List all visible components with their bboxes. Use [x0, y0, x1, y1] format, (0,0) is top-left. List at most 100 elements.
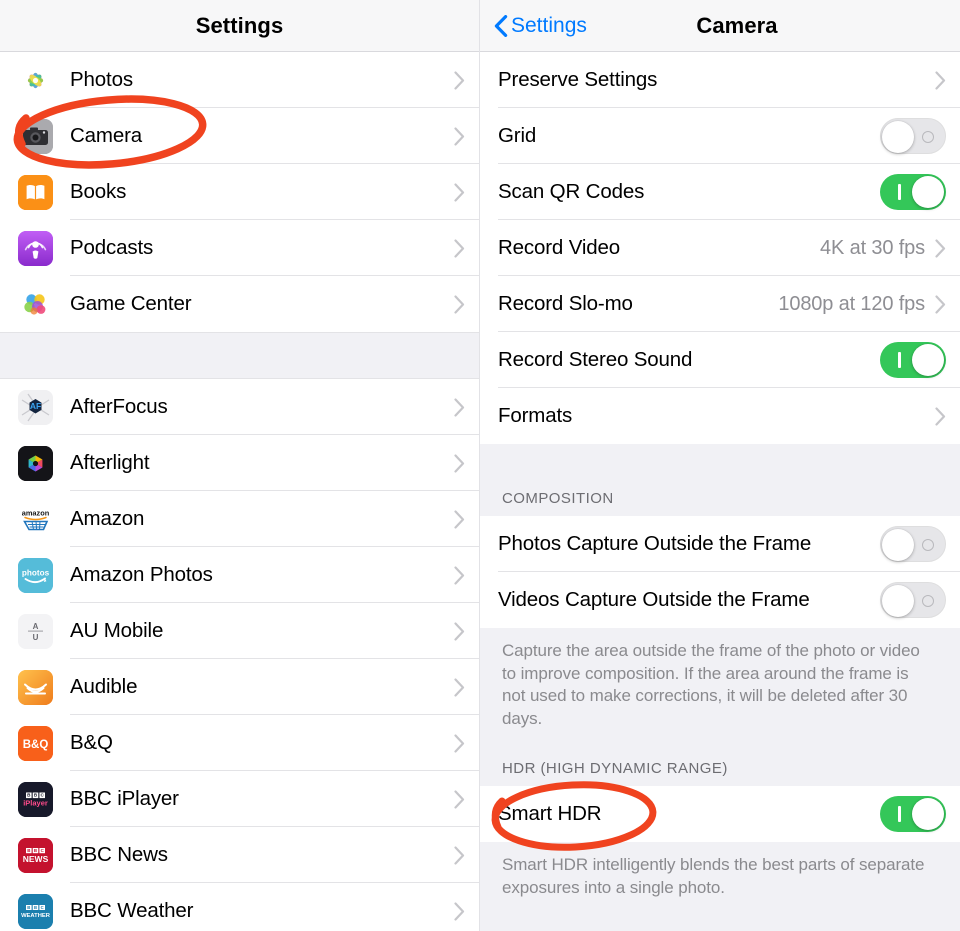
- camera-settings-panel: Settings Camera Preserve Settings Grid S…: [480, 0, 960, 931]
- sidebar-item-afterfocus[interactable]: AF AfterFocus: [0, 379, 479, 435]
- sidebar-item-au-mobile[interactable]: A U AU Mobile: [0, 603, 479, 659]
- sidebar-item-label: AfterFocus: [70, 395, 168, 418]
- amazon-icon: amazon: [18, 501, 53, 537]
- sidebar-item-label: AU Mobile: [70, 619, 164, 642]
- sidebar-item-label: Amazon: [70, 507, 145, 530]
- toggle-on-mark: [898, 184, 901, 200]
- toggle-on-mark: [898, 806, 901, 823]
- row-label: Record Video: [498, 236, 621, 259]
- sidebar-item-label: Afterlight: [70, 451, 150, 474]
- svg-text:WEATHER: WEATHER: [21, 913, 51, 919]
- sidebar-item-podcasts[interactable]: Podcasts: [0, 220, 479, 276]
- back-button[interactable]: Settings: [494, 0, 587, 52]
- row-formats[interactable]: Formats: [480, 388, 960, 444]
- chevron-right-icon: [454, 453, 465, 473]
- toggle-knob: [912, 176, 944, 208]
- svg-text:B: B: [27, 848, 30, 853]
- sidebar-item-bq[interactable]: B&Q B&Q: [0, 715, 479, 771]
- chevron-right-icon: [454, 565, 465, 585]
- au-mobile-icon: A U: [18, 613, 53, 649]
- bq-icon: B&Q: [18, 725, 53, 761]
- sidebar-item-books[interactable]: Books: [0, 164, 479, 220]
- row-scan-qr-codes[interactable]: Scan QR Codes: [480, 164, 960, 220]
- composition-section-header: COMPOSITION: [502, 490, 614, 507]
- svg-text:B: B: [34, 904, 37, 909]
- toggle-off-mark: [922, 595, 934, 607]
- chevron-right-icon: [454, 126, 465, 146]
- grid-toggle[interactable]: [880, 118, 946, 154]
- toggle-on-mark: [898, 352, 901, 368]
- chevron-right-icon: [454, 182, 465, 202]
- composition-footer-text: Capture the area outside the frame of th…: [502, 641, 920, 728]
- row-label: Formats: [498, 404, 573, 427]
- row-label: Photos Capture Outside the Frame: [498, 532, 812, 555]
- chevron-right-icon: [454, 845, 465, 865]
- row-record-video[interactable]: Record Video 4K at 30 fps: [480, 220, 960, 276]
- row-grid[interactable]: Grid: [480, 108, 960, 164]
- bbc-weather-icon: BBC WEATHER: [18, 893, 53, 929]
- hdr-group: Smart HDR: [480, 786, 960, 843]
- sidebar-item-bbc-iplayer[interactable]: BBC iPlayer BBC iPlayer: [0, 771, 479, 827]
- toggle-knob: [882, 529, 914, 561]
- row-label: Smart HDR: [498, 802, 602, 826]
- chevron-right-icon: [454, 621, 465, 641]
- books-icon: [18, 174, 53, 210]
- row-label: Scan QR Codes: [498, 180, 645, 203]
- sidebar-item-label: Audible: [70, 675, 138, 698]
- row-videos-capture-outside-frame[interactable]: Videos Capture Outside the Frame: [480, 572, 960, 628]
- sidebar-item-amazon-photos[interactable]: photos Amazon Photos: [0, 547, 479, 603]
- svg-text:AF: AF: [30, 400, 41, 410]
- sidebar-item-afterlight[interactable]: Afterlight: [0, 435, 479, 491]
- page-title: Camera: [696, 12, 778, 38]
- svg-text:NEWS: NEWS: [23, 854, 49, 864]
- sidebar-item-audible[interactable]: Audible: [0, 659, 479, 715]
- sidebar-item-label: B&Q: [70, 731, 113, 754]
- composition-group-header-block: COMPOSITION: [480, 444, 960, 516]
- row-photos-capture-outside-frame[interactable]: Photos Capture Outside the Frame: [480, 516, 960, 572]
- sidebar-item-label: Camera: [70, 124, 143, 147]
- composition-footer-block: Capture the area outside the frame of th…: [480, 628, 960, 787]
- row-record-stereo-sound[interactable]: Record Stereo Sound: [480, 332, 960, 388]
- sidebar-item-bbc-weather[interactable]: BBC WEATHER BBC Weather: [0, 883, 479, 931]
- section-gap: [0, 332, 479, 379]
- audible-icon: [18, 669, 53, 705]
- camera-navbar: Settings Camera: [480, 0, 960, 52]
- sidebar-item-camera[interactable]: Camera: [0, 108, 479, 164]
- settings-list-panel: Settings Photos Camera Books Podcasts Ga…: [0, 0, 480, 931]
- chevron-right-icon: [454, 509, 465, 529]
- chevron-right-icon: [935, 70, 946, 90]
- chevron-right-icon: [935, 238, 946, 258]
- page-title: Settings: [195, 12, 284, 38]
- chevron-right-icon: [935, 294, 946, 314]
- sidebar-item-label: BBC Weather: [70, 899, 194, 922]
- afterlight-icon: [18, 445, 53, 481]
- chevron-right-icon: [454, 733, 465, 753]
- row-smart-hdr[interactable]: Smart HDR: [480, 786, 960, 843]
- videos-capture-outside-frame-toggle[interactable]: [880, 582, 946, 618]
- sidebar-item-label: BBC iPlayer: [70, 787, 179, 810]
- sidebar-item-bbc-news[interactable]: BBC NEWS BBC News: [0, 827, 479, 883]
- row-label: Record Slo-mo: [498, 292, 633, 315]
- chevron-right-icon: [454, 294, 465, 314]
- photos-capture-outside-frame-toggle[interactable]: [880, 526, 946, 562]
- toggle-knob: [912, 344, 944, 376]
- podcasts-icon: [18, 230, 53, 266]
- back-button-label: Settings: [511, 14, 587, 37]
- sidebar-item-game-center[interactable]: Game Center: [0, 276, 479, 332]
- svg-text:A: A: [33, 622, 39, 631]
- row-record-slo-mo[interactable]: Record Slo-mo 1080p at 120 fps: [480, 276, 960, 332]
- sidebar-item-label: Photos: [70, 68, 133, 91]
- sidebar-item-amazon[interactable]: amazon Amazon: [0, 491, 479, 547]
- toggle-knob: [912, 798, 944, 831]
- svg-text:B: B: [27, 904, 30, 909]
- chevron-right-icon: [454, 677, 465, 697]
- row-preserve-settings[interactable]: Preserve Settings: [480, 52, 960, 108]
- row-label: Preserve Settings: [498, 68, 658, 91]
- smart-hdr-toggle[interactable]: [880, 796, 946, 833]
- chevron-left-icon: [494, 15, 508, 37]
- sidebar-item-label: Amazon Photos: [70, 563, 213, 586]
- photos-icon: [18, 62, 53, 98]
- sidebar-item-photos[interactable]: Photos: [0, 52, 479, 108]
- record-stereo-sound-toggle[interactable]: [880, 342, 946, 378]
- scan-qr-codes-toggle[interactable]: [880, 174, 946, 210]
